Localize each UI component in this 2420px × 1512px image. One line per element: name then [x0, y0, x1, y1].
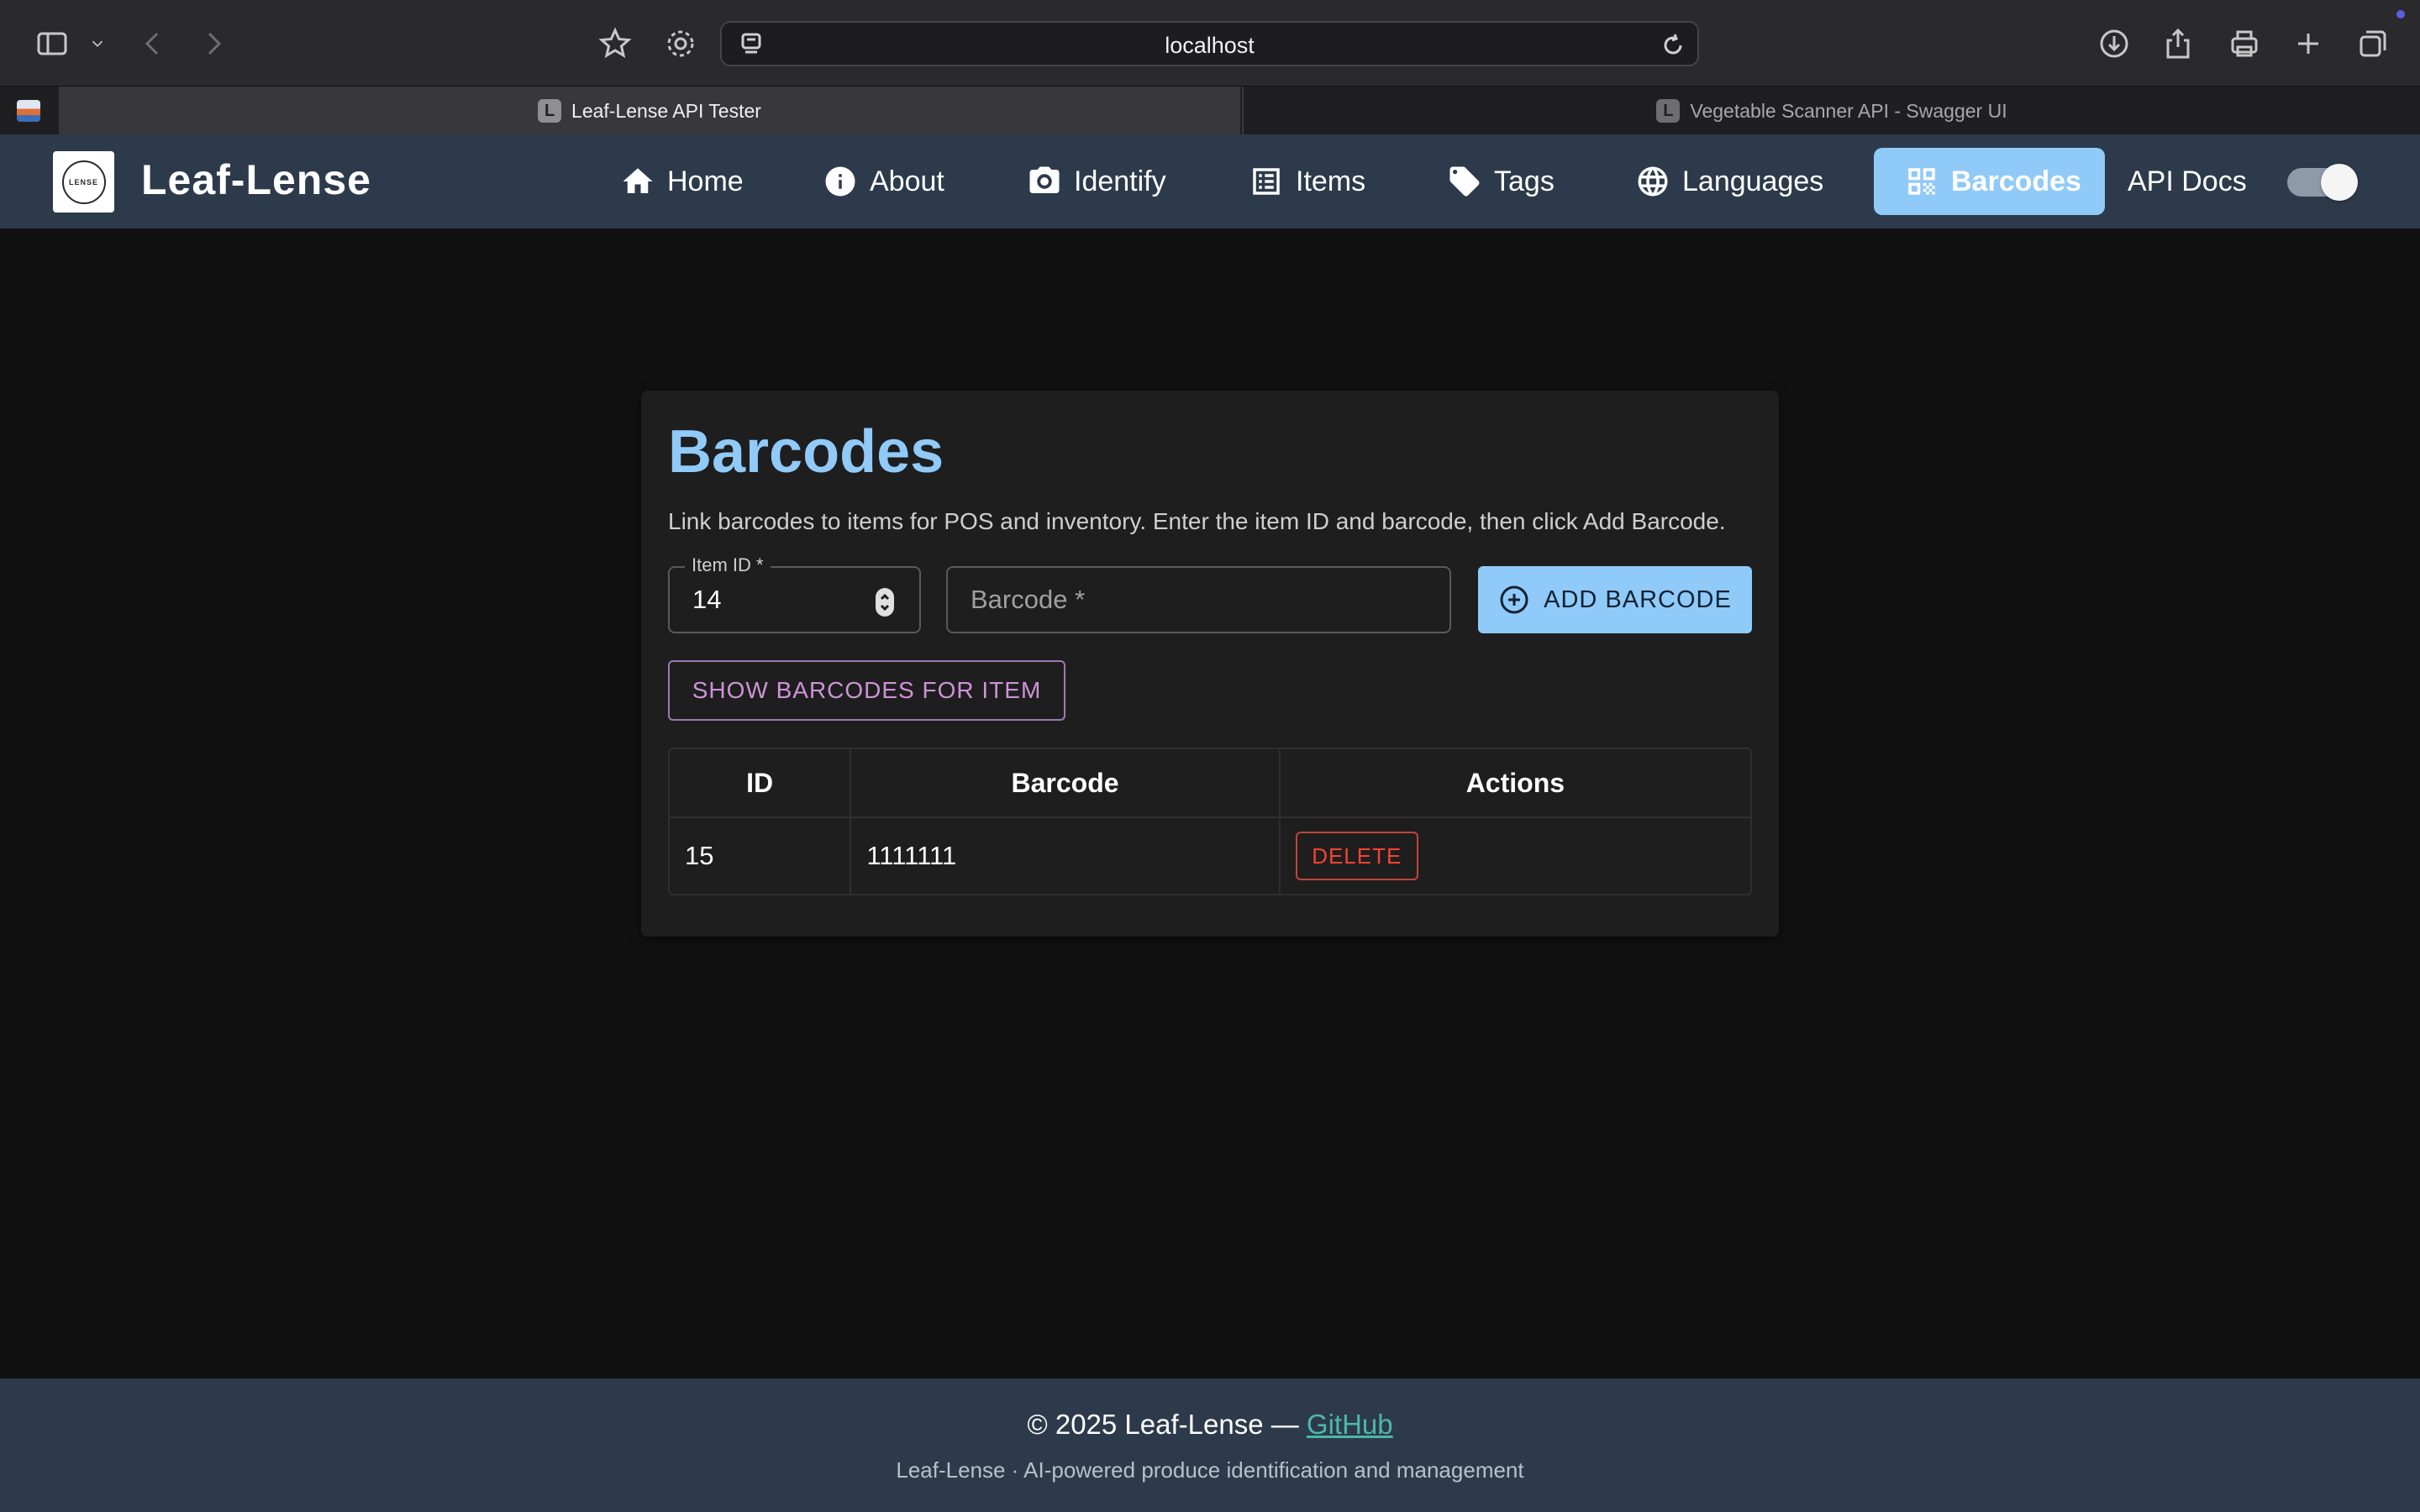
nav-label: Barcodes [1951, 165, 2081, 197]
footer-copyright-line: © 2025 Leaf-Lense — GitHub [0, 1409, 2420, 1441]
notification-dot [2396, 10, 2405, 18]
page-title: Barcodes [668, 418, 944, 486]
back-icon[interactable] [133, 24, 173, 64]
barcode-field[interactable]: Barcode * [946, 566, 1451, 633]
info-icon [825, 166, 855, 197]
nav-languages[interactable]: Languages [1635, 148, 1823, 215]
nav-api-docs[interactable]: API Docs [2128, 148, 2247, 215]
home-icon [623, 168, 653, 193]
camera-icon [1029, 166, 1060, 193]
add-barcode-button[interactable]: ADD BARCODE [1478, 566, 1752, 633]
page-description: Link barcodes to items for POS and inven… [668, 508, 1726, 534]
nav-label: Home [667, 165, 744, 197]
nav-label: Languages [1682, 165, 1824, 197]
app-header: LENSE Leaf-Lense Home About Identify Ite… [0, 134, 2420, 228]
table-row: 15 1111111 DELETE [670, 818, 1750, 894]
footer-tagline: Leaf-Lense · AI-powered produce identifi… [896, 1457, 1524, 1483]
print-icon[interactable] [2224, 24, 2265, 64]
pinned-tab[interactable] [0, 87, 57, 135]
column-header-actions: Actions [1465, 767, 1565, 798]
chevron-down-icon[interactable] [84, 24, 111, 64]
new-tab-icon[interactable] [2288, 24, 2328, 64]
gear-icon[interactable] [660, 24, 701, 64]
reload-icon[interactable] [1660, 33, 1686, 58]
forward-icon[interactable] [193, 24, 234, 64]
chevron-down-icon[interactable] [879, 602, 891, 612]
show-barcodes-button[interactable]: SHOW BARCODES FOR ITEM [668, 660, 1065, 721]
theme-toggle[interactable] [2287, 164, 2358, 201]
cell-actions: DELETE [1281, 818, 1750, 894]
github-link[interactable]: GitHub [1307, 1409, 1393, 1440]
logo[interactable]: LENSE [53, 151, 114, 213]
sidebar-icon[interactable] [32, 24, 72, 64]
browser-toolbar: localhost [0, 0, 2420, 86]
add-barcode-label: ADD BARCODE [1544, 585, 1732, 613]
share-icon[interactable] [2158, 24, 2198, 64]
nav-barcodes[interactable]: Barcodes [1874, 148, 2105, 215]
show-barcodes-label: SHOW BARCODES FOR ITEM [692, 677, 1042, 703]
number-stepper[interactable] [876, 588, 894, 617]
nav-home[interactable]: Home [620, 148, 744, 215]
nav-about[interactable]: About [823, 148, 944, 215]
tag-icon [1449, 166, 1480, 197]
tab-leaf-lense[interactable]: L Leaf-Lense API Tester [59, 87, 1240, 135]
tab-favicon: L [1656, 99, 1681, 123]
nav-label: Identify [1074, 165, 1166, 197]
add-circle-icon [1500, 585, 1528, 614]
nav-identify[interactable]: Identify [1027, 148, 1166, 215]
tab-favicon: L [538, 99, 562, 123]
download-icon[interactable] [2094, 24, 2134, 64]
table-header: ID Barcode Actions [670, 749, 1750, 818]
item-id-value[interactable]: 14 [692, 585, 721, 615]
nav-label: About [870, 165, 944, 197]
qr-code-icon [1908, 168, 1935, 195]
barcodes-card: Barcodes Link barcodes to items for POS … [641, 391, 1779, 937]
barcodes-table: ID Barcode Actions 15 1111111 DELETE [668, 748, 1752, 895]
column-header-barcode: Barcode [851, 749, 1281, 816]
star-icon[interactable] [595, 24, 635, 64]
nav-label: Items [1296, 165, 1366, 197]
tabs-overview-icon[interactable] [2353, 24, 2393, 64]
item-id-label: Item ID * [685, 554, 771, 576]
address-bar[interactable]: localhost [720, 21, 1699, 66]
url-text[interactable]: localhost [722, 33, 1697, 59]
brand-name[interactable]: Leaf-Lense [141, 155, 371, 204]
cell-barcode: 1111111 [851, 818, 1281, 894]
nav-label: API Docs [2128, 165, 2247, 197]
globe-icon [1638, 166, 1668, 197]
column-header-id: ID [670, 749, 852, 816]
pinned-tab-icon [17, 100, 40, 122]
logo-text: LENSE [61, 160, 106, 204]
cell-id: 15 [670, 818, 852, 894]
nav-tags[interactable]: Tags [1447, 148, 1555, 215]
list-icon [1253, 168, 1280, 195]
tab-strip: L Leaf-Lense API Tester L Vegetable Scan… [0, 86, 2420, 135]
footer: © 2025 Leaf-Lense — GitHub Leaf-Lense · … [0, 1378, 2420, 1512]
barcode-placeholder[interactable]: Barcode * [971, 585, 1085, 615]
tab-title: Vegetable Scanner API - Swagger UI [1690, 99, 2007, 122]
toggle-knob [2321, 164, 2358, 201]
item-id-field[interactable]: Item ID * 14 [668, 554, 921, 633]
tab-title: Leaf-Lense API Tester [571, 99, 761, 122]
nav-items[interactable]: Items [1249, 148, 1365, 215]
delete-button[interactable]: DELETE [1295, 832, 1418, 880]
tab-swagger[interactable]: L Vegetable Scanner API - Swagger UI [1242, 87, 2420, 135]
nav-label: Tags [1494, 165, 1555, 197]
chevron-up-icon[interactable] [879, 592, 891, 602]
footer-copyright: © 2025 Leaf-Lense — [1027, 1409, 1299, 1440]
